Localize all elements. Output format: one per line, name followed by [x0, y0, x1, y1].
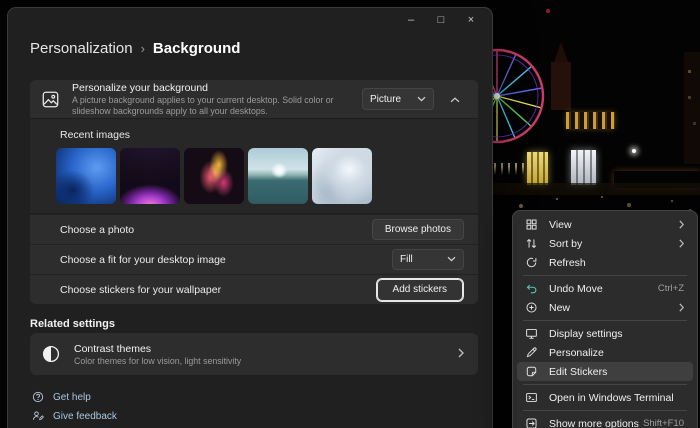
menu-item-view[interactable]: View [517, 215, 693, 234]
feedback-icon [32, 410, 44, 422]
browse-photos-button[interactable]: Browse photos [372, 219, 464, 240]
breadcrumb-personalization[interactable]: Personalization [30, 40, 133, 57]
menu-item-label: View [549, 219, 679, 231]
menu-item-open-in-windows-terminal[interactable]: Open in Windows Terminal [517, 388, 693, 407]
submenu-chevron-icon [679, 303, 684, 312]
expander-description: A picture background applies to your cur… [72, 95, 372, 117]
settings-window: – □ × Personalization › Background Perso… [8, 8, 492, 428]
desktop-context-menu: View Sort by Refresh Undo Move Ctrl+Z [512, 210, 698, 428]
related-settings-header: Related settings [30, 318, 115, 330]
menu-item-label: Undo Move [549, 283, 658, 295]
contrast-themes-row[interactable]: Contrast themes Color themes for low vis… [30, 333, 478, 375]
menu-item-label: Open in Windows Terminal [549, 392, 684, 404]
chevron-up-icon [450, 90, 460, 108]
breadcrumb-separator: › [141, 41, 145, 56]
maximize-button[interactable]: □ [426, 8, 456, 32]
sticker-icon [524, 364, 539, 379]
fit-value: Fill [400, 254, 413, 265]
thumbnail-purple-glow-arc[interactable] [120, 148, 180, 204]
menu-separator [523, 320, 687, 321]
personalize-background-expander[interactable]: Personalize your background A picture ba… [30, 80, 478, 118]
menu-item-sort-by[interactable]: Sort by [517, 234, 693, 253]
menu-item-display-settings[interactable]: Display settings [517, 324, 693, 343]
menu-item-undo-move[interactable]: Undo Move Ctrl+Z [517, 279, 693, 298]
white-lit-building [571, 150, 596, 185]
sort-icon [524, 236, 539, 251]
minimize-button[interactable]: – [396, 8, 426, 32]
menu-item-show-more-options[interactable]: Show more options Shift+F10 [517, 414, 693, 428]
contrast-themes-subtitle: Color themes for low vision, light sensi… [74, 356, 458, 366]
recent-images-section: Recent images [30, 118, 478, 214]
menu-item-refresh[interactable]: Refresh [517, 253, 693, 272]
choose-stickers-label: Choose stickers for your wallpaper [60, 284, 376, 296]
church-tower-silhouette [551, 62, 571, 110]
fit-dropdown[interactable]: Fill [392, 249, 464, 270]
menu-item-personalize[interactable]: Personalize [517, 343, 693, 362]
background-type-value: Picture [370, 94, 401, 105]
more-options-icon [524, 416, 539, 428]
contrast-icon [42, 345, 60, 363]
thumbnail-light-fabric-bloom[interactable] [312, 148, 372, 204]
close-button[interactable]: × [456, 8, 486, 32]
breadcrumb: Personalization › Background [30, 40, 240, 57]
picture-icon [42, 91, 59, 108]
add-stickers-button[interactable]: Add stickers [376, 278, 464, 302]
personalize-brush-icon [524, 345, 539, 360]
titlebar: – □ × [8, 8, 492, 34]
thumbnail-abstract-flower[interactable] [184, 148, 244, 204]
menu-separator [523, 410, 687, 411]
new-icon [524, 300, 539, 315]
menu-separator [523, 384, 687, 385]
menu-item-new[interactable]: New [517, 298, 693, 317]
thumbnail-sunrise-over-lake[interactable] [248, 148, 308, 204]
background-type-dropdown[interactable]: Picture [362, 88, 434, 110]
menu-item-edit-stickers[interactable]: Edit Stickers [517, 362, 693, 381]
terminal-icon [524, 390, 539, 405]
menu-item-label: Personalize [549, 347, 684, 359]
contrast-themes-title: Contrast themes [74, 343, 458, 355]
undo-icon [524, 281, 539, 296]
menu-item-label: Show more options [549, 418, 643, 428]
get-help-label: Get help [53, 392, 91, 403]
pier-lights [494, 163, 534, 175]
collapse-expander-button[interactable] [442, 88, 468, 110]
thumbnail-windows-bloom-blue[interactable] [56, 148, 116, 204]
expander-title: Personalize your background [72, 82, 362, 94]
choose-fit-row: Choose a fit for your desktop image Fill [30, 244, 478, 274]
menu-item-label: Sort by [549, 238, 679, 250]
shoreline [492, 183, 700, 195]
menu-shortcut: Shift+F10 [643, 418, 684, 428]
give-feedback-link[interactable]: Give feedback [32, 410, 117, 422]
menu-item-label: Edit Stickers [549, 366, 684, 378]
chevron-down-icon [417, 94, 426, 105]
water-light-reflections [0, 0, 2, 2]
menu-shortcut: Ctrl+Z [658, 283, 684, 294]
chevron-down-icon [447, 254, 456, 265]
footer-links: Get help Give feedback [32, 391, 117, 422]
give-feedback-label: Give feedback [53, 411, 117, 422]
menu-item-label: Refresh [549, 257, 684, 269]
street-lamp-light [632, 149, 636, 153]
submenu-chevron-icon [679, 239, 684, 248]
view-grid-icon [524, 217, 539, 232]
help-icon [32, 391, 44, 403]
menu-separator [523, 275, 687, 276]
menu-item-label: Display settings [549, 328, 684, 340]
choose-photo-label: Choose a photo [60, 224, 372, 236]
lit-building-windows [566, 112, 615, 129]
display-icon [524, 326, 539, 341]
recent-images-label: Recent images [60, 129, 466, 141]
tall-building-silhouette [684, 52, 700, 164]
submenu-chevron-icon [679, 220, 684, 229]
choose-fit-label: Choose a fit for your desktop image [60, 254, 392, 266]
get-help-link[interactable]: Get help [32, 391, 117, 403]
menu-item-label: New [549, 302, 679, 314]
choose-stickers-row: Choose stickers for your wallpaper Add s… [30, 274, 478, 304]
choose-photo-row: Choose a photo Browse photos [30, 214, 478, 244]
page-title: Background [153, 40, 241, 57]
chevron-right-icon [458, 345, 464, 363]
recent-images-row [56, 148, 466, 204]
refresh-icon [524, 255, 539, 270]
background-settings-group: Personalize your background A picture ba… [30, 80, 478, 304]
